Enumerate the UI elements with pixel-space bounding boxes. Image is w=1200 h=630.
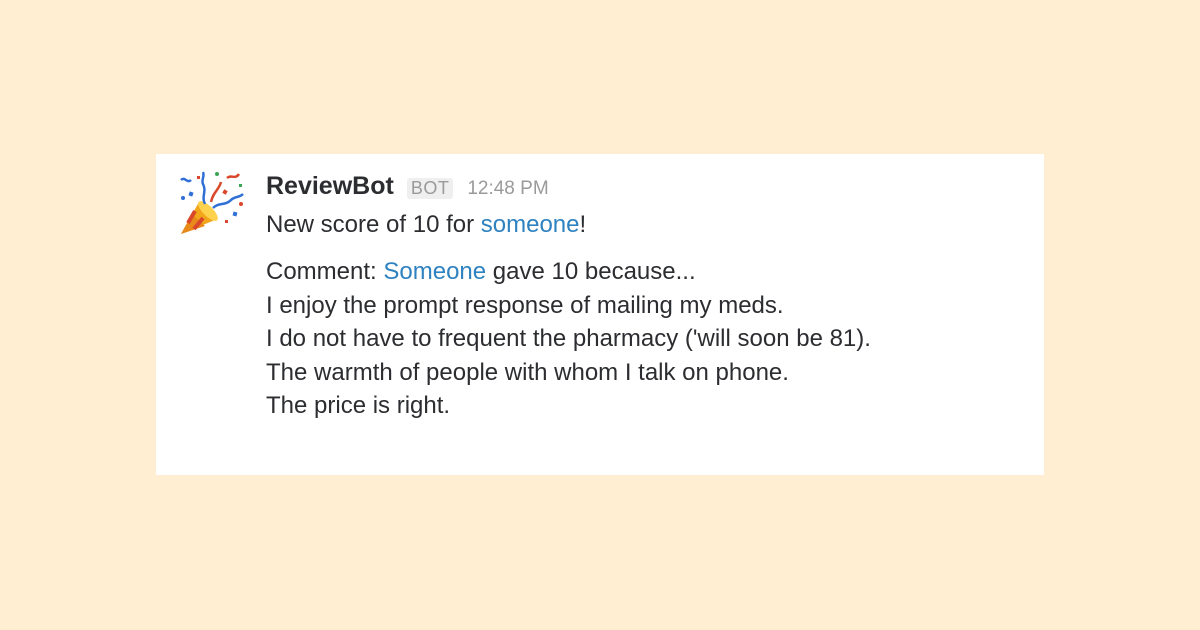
comment-line: I do not have to frequent the pharmacy (… [266,325,871,352]
comment-header-line: Comment: Someone gave 10 because... [266,255,1024,289]
bot-badge: BOT [406,178,454,199]
sender-name[interactable]: ReviewBot [266,172,394,201]
score-line-prefix: New score of 10 for [266,211,481,238]
message-content: ReviewBot BOT 12:48 PM New score of 10 f… [266,172,1024,423]
comment-header-suffix: gave 10 because... [486,258,696,285]
score-line-suffix: ! [579,211,587,238]
party-popper-icon-graphic [180,171,244,234]
message-header: ReviewBot BOT 12:48 PM [266,172,1024,206]
score-user-link[interactable]: someone [481,211,580,238]
comment-line: I enjoy the prompt response of mailing m… [266,291,784,319]
comment-block: Comment: Someone gave 10 because... I en… [266,255,1024,423]
message-card: ReviewBot BOT 12:48 PM New score of 10 f… [156,154,1044,475]
party-popper-icon[interactable] [175,168,247,240]
message-timestamp[interactable]: 12:48 PM [467,178,548,200]
comment-line: The warmth of people with whom I talk on… [266,358,789,386]
comment-user-link[interactable]: Someone [383,258,486,285]
comment-line: The price is right. [266,392,451,419]
score-line: New score of 10 for someone! [266,208,1024,242]
comment-label: Comment: [266,258,384,285]
